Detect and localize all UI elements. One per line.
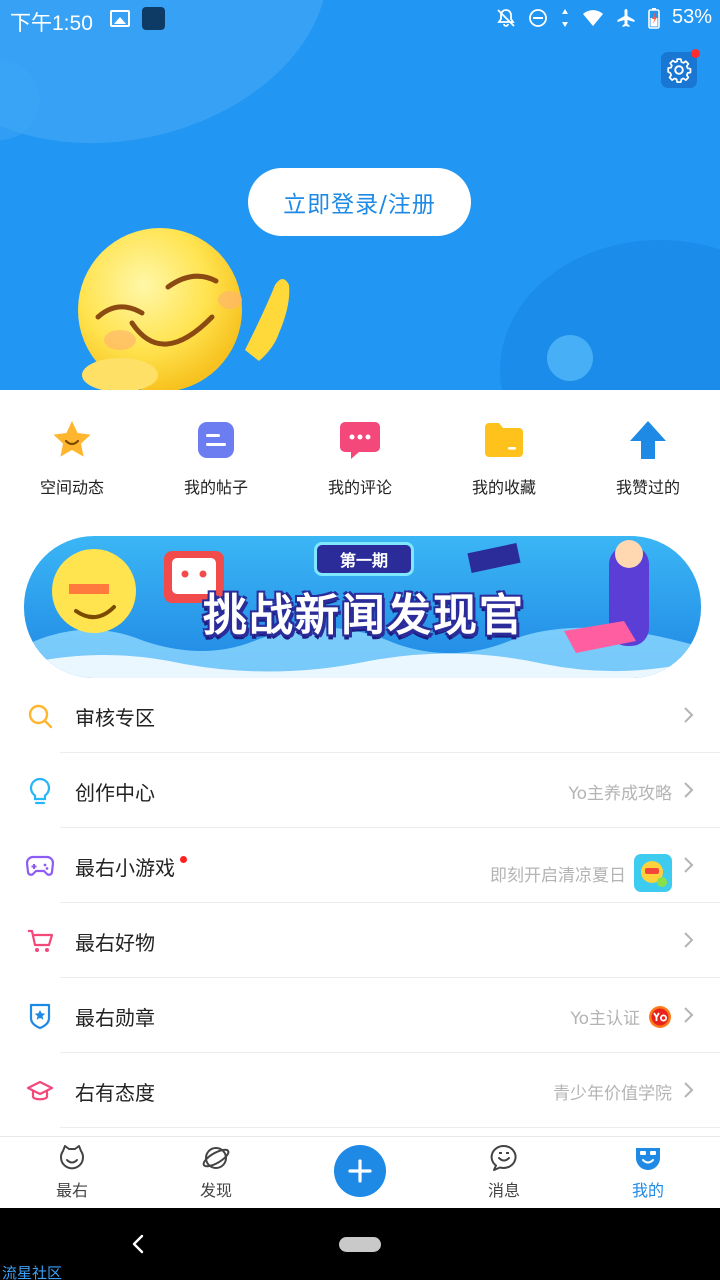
profile-header: 下午1:50 53% 立即登录/注册 <box>0 0 720 390</box>
menu-item-hint-text: Yo主养成攻略 <box>568 784 672 804</box>
menu-item-hint-text: 青少年价值学院 <box>553 1084 672 1104</box>
menu-item-creator-center[interactable]: 创作中心 Yo主养成攻略 <box>0 753 720 828</box>
graduation-cap-icon <box>26 1077 54 1105</box>
status-time: 下午1:50 <box>10 12 93 35</box>
promo-banner[interactable]: 第一期 挑战新闻发现官 <box>24 536 701 678</box>
image-notification-icon <box>110 10 130 27</box>
menu-item-attitude[interactable]: 右有态度 青少年价值学院 <box>0 1053 720 1128</box>
quick-action-my-favorites[interactable]: 我的收藏 <box>432 418 576 508</box>
comment-icon <box>338 418 382 462</box>
battery-percent: 53% <box>671 6 712 28</box>
gamepad-icon <box>26 852 54 880</box>
app-notification-icon <box>142 7 165 30</box>
home-pill-button[interactable] <box>339 1237 381 1252</box>
quick-action-label: 空间动态 <box>39 478 104 497</box>
settings-notification-dot <box>691 49 700 58</box>
menu-item-label: 最右好物 <box>75 931 155 955</box>
data-arrows-icon <box>561 8 568 27</box>
menu-item-mini-games[interactable]: 最右小游戏 即刻开启清凉夏日 <box>0 828 720 903</box>
header-decor-blob <box>500 240 720 390</box>
nav-tab-discover[interactable]: 发现 <box>144 1137 288 1208</box>
bell-off-icon <box>497 8 515 27</box>
chevron-right-icon <box>684 782 694 798</box>
banner-issue-tag: 第一期 <box>314 542 414 576</box>
quick-action-label: 我的帖子 <box>183 478 248 497</box>
thumb-up-arrow-icon <box>626 418 670 462</box>
quick-action-my-comments[interactable]: 我的评论 <box>288 418 432 508</box>
gear-icon <box>667 58 692 83</box>
menu-divider <box>60 1127 720 1128</box>
menu-item-hint: Yo主认证 <box>570 1004 672 1029</box>
watermark-text: 流星社区 <box>2 1264 63 1280</box>
banner-title: 挑战新闻发现官 <box>203 590 525 641</box>
nav-label: 发现 <box>199 1181 232 1200</box>
nav-label: 我的 <box>631 1181 664 1200</box>
menu-item-hint-text: 即刻开启清凉夏日 <box>490 865 626 886</box>
new-indicator-dot <box>180 856 187 863</box>
menu-item-label: 审核专区 <box>75 706 155 730</box>
profile-face-icon <box>633 1143 663 1173</box>
menu-list: 审核专区 创作中心 Yo主养成攻略 最右小游戏 即刻开启清凉夏日 最右好物 最右… <box>0 678 720 1128</box>
back-arrow-icon[interactable] <box>128 1232 148 1256</box>
badge-icon <box>26 1002 54 1030</box>
smiling-mascot-illustration <box>78 228 290 390</box>
smiley-face-icon <box>57 1143 87 1173</box>
menu-item-hint: 青少年价值学院 <box>553 1079 672 1104</box>
battery-charging-icon <box>648 7 660 29</box>
status-bar: 下午1:50 53% <box>0 0 720 38</box>
plus-icon <box>348 1159 372 1183</box>
bulb-icon <box>26 777 54 805</box>
menu-item-hint-text: Yo主认证 <box>570 1009 640 1029</box>
header-decor-bubble <box>547 335 593 381</box>
settings-button[interactable] <box>661 49 700 88</box>
post-icon <box>194 418 238 462</box>
quick-action-label: 我赞过的 <box>615 478 680 497</box>
quick-action-space-feed[interactable]: 空间动态 <box>0 418 144 508</box>
nav-label: 消息 <box>487 1181 520 1200</box>
menu-item-label: 右有态度 <box>75 1081 155 1105</box>
chevron-right-icon <box>684 1007 694 1023</box>
menu-item-review-zone[interactable]: 审核专区 <box>0 678 720 753</box>
chevron-right-icon <box>684 857 694 873</box>
chevron-right-icon <box>684 932 694 948</box>
planet-icon <box>201 1143 231 1173</box>
nav-label: 最右 <box>55 1181 88 1200</box>
menu-item-label-text: 最右小游戏 <box>75 856 175 880</box>
do-not-disturb-icon <box>529 8 547 27</box>
menu-item-label: 最右小游戏 <box>75 852 187 881</box>
message-face-icon <box>489 1143 519 1173</box>
menu-item-hint: 即刻开启清凉夏日 <box>490 854 672 892</box>
yo-badge-icon <box>649 1005 671 1028</box>
star-face-icon <box>50 418 94 462</box>
profile-screen: 下午1:50 53% 立即登录/注册 空间动态 我的帖子 我的评论 我的收藏 我… <box>0 0 720 1280</box>
chevron-right-icon <box>684 1082 694 1098</box>
quick-action-my-posts[interactable]: 我的帖子 <box>144 418 288 508</box>
nav-tab-me[interactable]: 我的 <box>576 1137 720 1208</box>
menu-item-label: 创作中心 <box>75 781 155 805</box>
system-navigation-bar <box>0 1208 720 1280</box>
game-thumbnail-icon <box>634 854 672 892</box>
airplane-mode-icon <box>617 8 635 27</box>
cart-icon <box>26 927 54 955</box>
menu-item-good-stuff[interactable]: 最右好物 <box>0 903 720 978</box>
wifi-icon <box>582 9 603 26</box>
create-post-button[interactable] <box>334 1145 386 1197</box>
menu-item-hint: Yo主养成攻略 <box>568 779 672 804</box>
chevron-right-icon <box>684 707 694 723</box>
quick-action-label: 我的评论 <box>327 478 392 497</box>
menu-item-label: 最右勋章 <box>75 1006 155 1030</box>
search-icon <box>26 702 54 730</box>
quick-actions-row: 空间动态 我的帖子 我的评论 我的收藏 我赞过的 <box>0 418 720 508</box>
status-icons: 53% <box>496 6 712 29</box>
nav-tab-messages[interactable]: 消息 <box>432 1137 576 1208</box>
folder-icon <box>482 418 526 462</box>
menu-item-badges[interactable]: 最右勋章 Yo主认证 <box>0 978 720 1053</box>
nav-tab-home[interactable]: 最右 <box>0 1137 144 1208</box>
quick-action-label: 我的收藏 <box>471 478 536 497</box>
quick-action-my-likes[interactable]: 我赞过的 <box>576 418 720 508</box>
